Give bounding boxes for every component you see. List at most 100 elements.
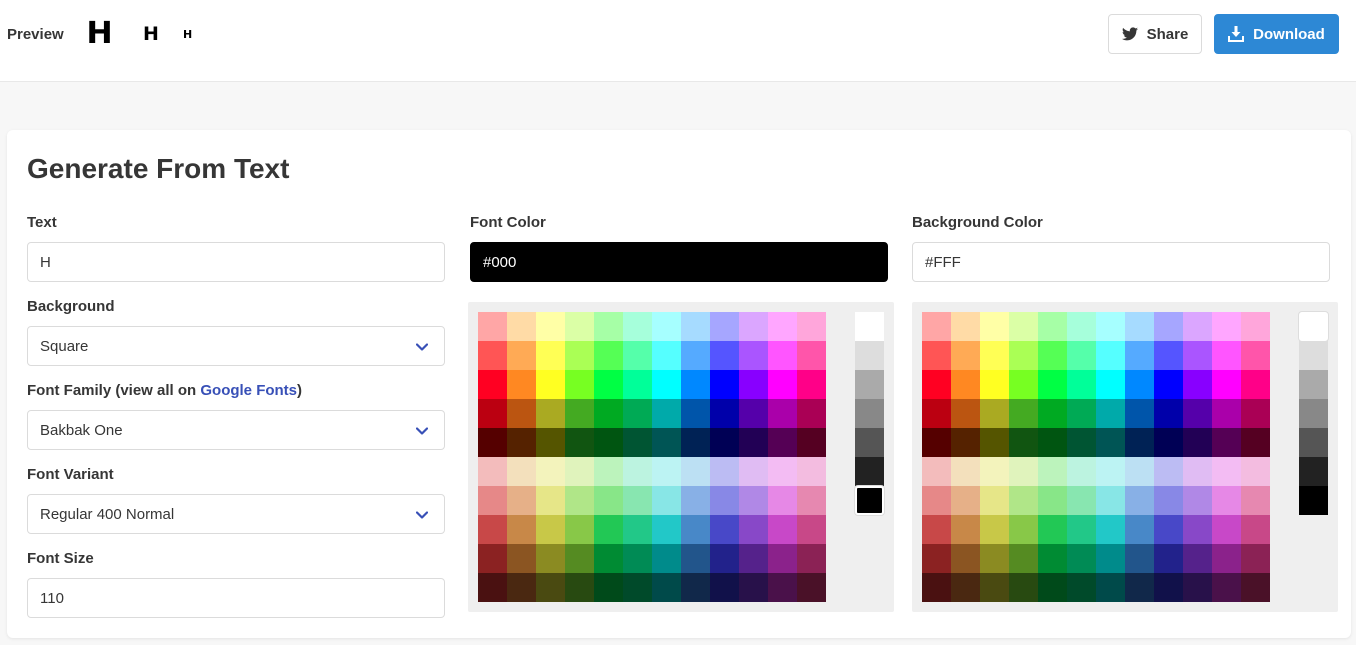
- font-color-swatch[interactable]: [565, 573, 594, 602]
- background-color-swatch[interactable]: [1125, 573, 1154, 602]
- font-color-swatch[interactable]: [797, 486, 826, 515]
- font-gray-swatch[interactable]: [855, 457, 884, 486]
- font-color-swatch[interactable]: [681, 399, 710, 428]
- background-color-swatch[interactable]: [1009, 457, 1038, 486]
- background-color-swatch[interactable]: [1125, 457, 1154, 486]
- font-color-swatch[interactable]: [710, 457, 739, 486]
- background-color-swatch[interactable]: [1154, 399, 1183, 428]
- background-color-swatch[interactable]: [1241, 457, 1270, 486]
- font-color-swatch[interactable]: [507, 428, 536, 457]
- font-color-swatch[interactable]: [478, 312, 507, 341]
- font-color-swatch[interactable]: [797, 399, 826, 428]
- font-color-swatch[interactable]: [768, 457, 797, 486]
- background-color-swatch[interactable]: [1241, 544, 1270, 573]
- font-color-swatch[interactable]: [797, 544, 826, 573]
- font-color-swatch[interactable]: [652, 457, 681, 486]
- font-color-swatch[interactable]: [797, 428, 826, 457]
- background-color-swatch[interactable]: [1183, 399, 1212, 428]
- background-color-swatch[interactable]: [1125, 370, 1154, 399]
- font-color-swatch[interactable]: [739, 544, 768, 573]
- background-color-swatch[interactable]: [1241, 370, 1270, 399]
- font-color-swatch[interactable]: [652, 428, 681, 457]
- background-color-swatch[interactable]: [1183, 370, 1212, 399]
- background-color-swatch[interactable]: [1096, 428, 1125, 457]
- font-color-swatch[interactable]: [623, 573, 652, 602]
- background-color-swatch[interactable]: [1009, 428, 1038, 457]
- background-color-swatch[interactable]: [951, 312, 980, 341]
- background-color-swatch[interactable]: [1212, 515, 1241, 544]
- background-color-swatch[interactable]: [1154, 370, 1183, 399]
- font-color-swatch[interactable]: [797, 312, 826, 341]
- font-gray-swatch[interactable]: [855, 399, 884, 428]
- font-color-swatch[interactable]: [797, 370, 826, 399]
- font-color-swatch[interactable]: [623, 341, 652, 370]
- font-color-swatch[interactable]: [623, 486, 652, 515]
- font-color-swatch[interactable]: [768, 370, 797, 399]
- font-color-swatch[interactable]: [797, 457, 826, 486]
- font-color-swatch[interactable]: [710, 544, 739, 573]
- background-color-swatch[interactable]: [1067, 399, 1096, 428]
- font-color-swatch[interactable]: [797, 573, 826, 602]
- font-color-swatch[interactable]: [768, 573, 797, 602]
- font-gray-swatch[interactable]: [855, 486, 884, 515]
- font-color-swatch[interactable]: [768, 312, 797, 341]
- background-color-swatch[interactable]: [1212, 486, 1241, 515]
- font-color-swatch[interactable]: [623, 515, 652, 544]
- font-gray-swatch[interactable]: [855, 428, 884, 457]
- background-gray-swatch[interactable]: [1299, 486, 1328, 515]
- background-color-swatch[interactable]: [1067, 428, 1096, 457]
- background-color-swatch[interactable]: [1009, 370, 1038, 399]
- font-color-swatch[interactable]: [536, 544, 565, 573]
- background-color-swatch[interactable]: [1096, 544, 1125, 573]
- background-color-swatch[interactable]: [1038, 341, 1067, 370]
- background-color-swatch[interactable]: [1096, 341, 1125, 370]
- background-color-swatch[interactable]: [951, 370, 980, 399]
- background-color-swatch[interactable]: [980, 544, 1009, 573]
- background-color-swatch[interactable]: [951, 486, 980, 515]
- background-select[interactable]: Square: [27, 326, 445, 366]
- text-input[interactable]: H: [27, 242, 445, 282]
- background-color-swatch[interactable]: [1241, 573, 1270, 602]
- background-gray-swatch[interactable]: [1299, 370, 1328, 399]
- font-color-swatch[interactable]: [594, 399, 623, 428]
- font-color-swatch[interactable]: [739, 312, 768, 341]
- font-color-input[interactable]: #000: [470, 242, 888, 282]
- font-color-swatch[interactable]: [478, 573, 507, 602]
- font-color-swatch[interactable]: [594, 312, 623, 341]
- background-color-swatch[interactable]: [922, 428, 951, 457]
- font-color-swatch[interactable]: [594, 573, 623, 602]
- google-fonts-link[interactable]: Google Fonts: [200, 382, 297, 399]
- font-color-swatch[interactable]: [565, 486, 594, 515]
- background-color-swatch[interactable]: [1212, 573, 1241, 602]
- background-color-swatch[interactable]: [1183, 515, 1212, 544]
- font-color-swatch[interactable]: [768, 515, 797, 544]
- font-color-swatch[interactable]: [623, 399, 652, 428]
- background-color-swatch[interactable]: [980, 399, 1009, 428]
- font-color-swatch[interactable]: [652, 515, 681, 544]
- font-color-swatch[interactable]: [507, 341, 536, 370]
- font-color-swatch[interactable]: [507, 370, 536, 399]
- font-color-swatch[interactable]: [739, 341, 768, 370]
- background-color-swatch[interactable]: [1096, 370, 1125, 399]
- background-color-swatch[interactable]: [1125, 486, 1154, 515]
- background-color-swatch[interactable]: [951, 573, 980, 602]
- background-color-swatch[interactable]: [1009, 486, 1038, 515]
- font-color-swatch[interactable]: [565, 515, 594, 544]
- font-color-swatch[interactable]: [681, 457, 710, 486]
- font-color-swatch[interactable]: [623, 428, 652, 457]
- background-color-swatch[interactable]: [1183, 486, 1212, 515]
- font-color-swatch[interactable]: [652, 399, 681, 428]
- background-color-swatch[interactable]: [1154, 457, 1183, 486]
- background-color-swatch[interactable]: [1009, 312, 1038, 341]
- font-color-swatch[interactable]: [594, 370, 623, 399]
- download-button[interactable]: Download: [1214, 14, 1339, 54]
- font-color-swatch[interactable]: [739, 573, 768, 602]
- background-color-swatch[interactable]: [1154, 428, 1183, 457]
- background-color-swatch[interactable]: [1038, 312, 1067, 341]
- background-gray-swatch[interactable]: [1299, 428, 1328, 457]
- font-color-swatch[interactable]: [710, 486, 739, 515]
- font-color-swatch[interactable]: [536, 428, 565, 457]
- font-color-swatch[interactable]: [478, 370, 507, 399]
- font-color-swatch[interactable]: [478, 341, 507, 370]
- font-color-swatch[interactable]: [710, 515, 739, 544]
